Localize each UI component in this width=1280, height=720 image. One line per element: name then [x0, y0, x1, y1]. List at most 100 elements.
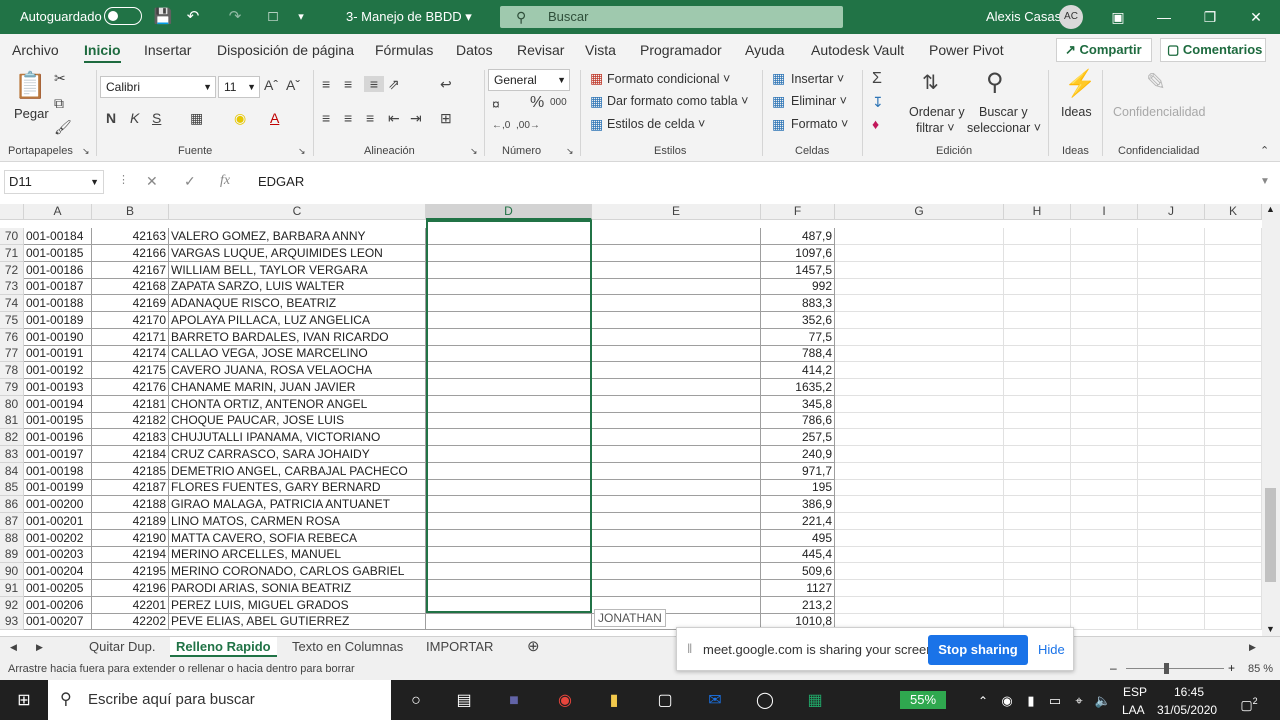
row-header[interactable]: 82 — [0, 429, 24, 446]
cell-a[interactable]: 001-00205 — [24, 579, 92, 597]
cell-d[interactable] — [426, 412, 592, 430]
cell-b[interactable]: 42181 — [92, 395, 169, 413]
tab-inicio[interactable]: Inicio — [84, 42, 121, 63]
cell-f[interactable]: 414,2 — [761, 362, 835, 379]
row-header[interactable]: 74 — [0, 295, 24, 312]
cell-a[interactable]: 001-00207 — [24, 613, 92, 631]
empty-cell[interactable] — [1004, 345, 1071, 363]
empty-cell[interactable] — [1205, 261, 1262, 279]
empty-cell[interactable] — [1004, 429, 1071, 446]
cell-e[interactable] — [592, 261, 761, 279]
cell-b[interactable]: 42168 — [92, 278, 169, 296]
row-header[interactable]: 76 — [0, 328, 24, 346]
align-center-icon[interactable]: ≡ — [344, 110, 352, 126]
cell-c[interactable]: LINO MATOS, CARMEN ROSA — [169, 512, 426, 530]
cell-b[interactable]: 42171 — [92, 328, 169, 346]
empty-cell[interactable] — [1205, 311, 1262, 329]
cell-c[interactable]: ZAPATA SARZO, LUIS WALTER — [169, 278, 426, 296]
cell-f[interactable]: 213,2 — [761, 596, 835, 614]
col-header-h[interactable]: H — [1004, 204, 1071, 220]
cell-b[interactable]: 42163 — [92, 228, 169, 245]
empty-cell[interactable] — [1004, 261, 1071, 279]
row-header[interactable]: 90 — [0, 563, 24, 580]
row-header[interactable]: 72 — [0, 261, 24, 279]
cell-a[interactable]: 001-00198 — [24, 462, 92, 480]
cell-e[interactable] — [592, 311, 761, 329]
number-format-box[interactable]: General ▼ — [488, 69, 570, 91]
empty-cell[interactable] — [1004, 596, 1071, 614]
cell-b[interactable]: 42184 — [92, 445, 169, 463]
input-language[interactable]: ESP — [1123, 685, 1147, 699]
cell-f[interactable]: 495 — [761, 529, 835, 547]
cell-d[interactable] — [426, 345, 592, 363]
cell-d[interactable] — [426, 579, 592, 597]
cell-f[interactable]: 487,9 — [761, 228, 835, 245]
cell-d[interactable] — [426, 563, 592, 580]
cell-c[interactable]: CHONTA ORTIZ, ANTENOR ANGEL — [169, 395, 426, 413]
empty-cell[interactable] — [1205, 596, 1262, 614]
cell-f[interactable]: 883,3 — [761, 295, 835, 312]
font-name-box[interactable]: Calibri ▼ — [100, 76, 216, 98]
empty-cell[interactable] — [1071, 496, 1138, 513]
increase-indent-icon[interactable]: ⇥ — [410, 110, 422, 127]
align-bottom-icon[interactable]: ≡ — [364, 76, 384, 92]
empty-cell[interactable] — [1071, 278, 1138, 296]
cell-a[interactable]: 001-00199 — [24, 479, 92, 497]
empty-cell[interactable] — [1071, 462, 1138, 480]
empty-cell[interactable] — [1004, 529, 1071, 547]
cell-d[interactable] — [426, 445, 592, 463]
cell-c[interactable]: PEVE ELIAS, ABEL GUTIERREZ — [169, 613, 426, 631]
insert-cells-button[interactable]: Insertar ˅ — [791, 72, 844, 86]
empty-cell[interactable] — [1138, 412, 1205, 430]
cell-a[interactable]: 001-00186 — [24, 261, 92, 279]
cell-b[interactable]: 42194 — [92, 546, 169, 564]
empty-cell[interactable] — [1138, 563, 1205, 580]
battery-icon[interactable]: ▭ — [1044, 690, 1066, 712]
empty-cell[interactable] — [1138, 362, 1205, 379]
cell-a[interactable]: 001-00187 — [24, 278, 92, 296]
empty-cell[interactable] — [1205, 462, 1262, 480]
cell-a[interactable]: 001-00188 — [24, 295, 92, 312]
cell-e[interactable] — [592, 579, 761, 597]
shrink-font-icon[interactable]: Aˇ — [286, 77, 300, 93]
col-header-a[interactable]: A — [24, 204, 92, 220]
cell-a[interactable]: 001-00202 — [24, 529, 92, 547]
ideas-button[interactable]: Ideas — [1061, 105, 1092, 119]
excel-icon[interactable]: ▦ — [804, 690, 826, 712]
cell-a[interactable]: 001-00185 — [24, 244, 92, 262]
empty-cell[interactable] — [1138, 395, 1205, 413]
comments-button[interactable]: ▢ Comentarios — [1160, 38, 1266, 62]
scroll-down-icon[interactable]: ▼ — [1266, 624, 1275, 634]
cell-a[interactable]: 001-00196 — [24, 429, 92, 446]
empty-cell[interactable] — [1004, 311, 1071, 329]
antivirus-icon[interactable]: ◉ — [996, 690, 1018, 712]
confidentiality-button[interactable]: Confidencialidad — [1113, 105, 1205, 119]
empty-cell[interactable] — [835, 328, 1004, 346]
cell-b[interactable]: 42195 — [92, 563, 169, 580]
cell-e[interactable] — [592, 244, 761, 262]
col-header-j[interactable]: J — [1138, 204, 1205, 220]
cell-a[interactable]: 001-00194 — [24, 395, 92, 413]
cell-e[interactable] — [592, 295, 761, 312]
tab-autodesk-vault[interactable]: Autodesk Vault — [811, 42, 904, 58]
empty-cell[interactable] — [1004, 295, 1071, 312]
tab-revisar[interactable]: Revisar — [517, 42, 564, 58]
col-header-i[interactable]: I — [1071, 204, 1138, 220]
cell-c[interactable]: CAVERO JUANA, ROSA VELAOCHA — [169, 362, 426, 379]
zoom-in-icon[interactable]: + — [1228, 661, 1235, 675]
row-header[interactable]: 88 — [0, 529, 24, 547]
collapse-ribbon-icon[interactable]: ⌃ — [1260, 144, 1269, 157]
empty-cell[interactable] — [1071, 395, 1138, 413]
cell-c[interactable]: DEMETRIO ANGEL, CARBAJAL PACHECO — [169, 462, 426, 480]
conditional-format-button[interactable]: Formato condicional ˅ — [607, 72, 730, 86]
empty-cell[interactable] — [1071, 362, 1138, 379]
expand-formula-bar-icon[interactable]: ▼ — [1260, 176, 1270, 187]
align-left-icon[interactable]: ≡ — [322, 110, 330, 126]
empty-cell[interactable] — [1004, 412, 1071, 430]
fill-icon[interactable]: ↧ — [872, 94, 884, 111]
spreadsheet-grid[interactable]: A B C D E F G H I J K 70 001-00184 42163 VA… — [0, 204, 1262, 636]
cell-f[interactable]: 786,6 — [761, 412, 835, 430]
align-middle-icon[interactable]: ≡ — [344, 76, 352, 92]
cell-e[interactable] — [592, 496, 761, 513]
comma-style-icon[interactable]: 000 — [550, 97, 567, 108]
